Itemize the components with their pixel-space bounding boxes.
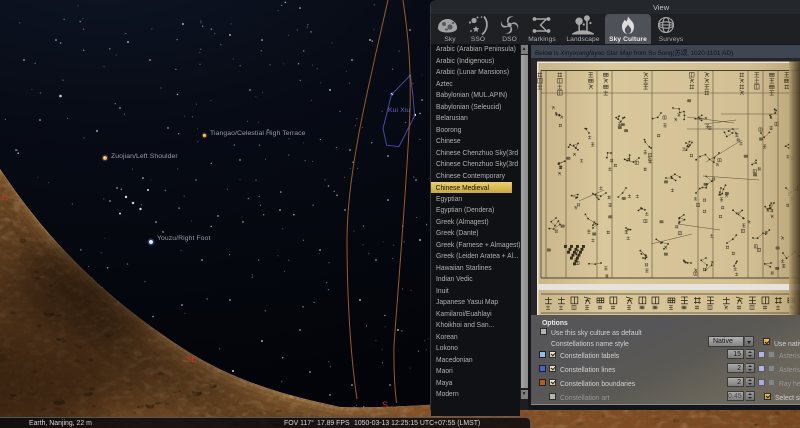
svg-text:SE: SE: [186, 355, 197, 364]
svg-text:E: E: [2, 193, 7, 202]
svg-text:S: S: [382, 400, 388, 410]
